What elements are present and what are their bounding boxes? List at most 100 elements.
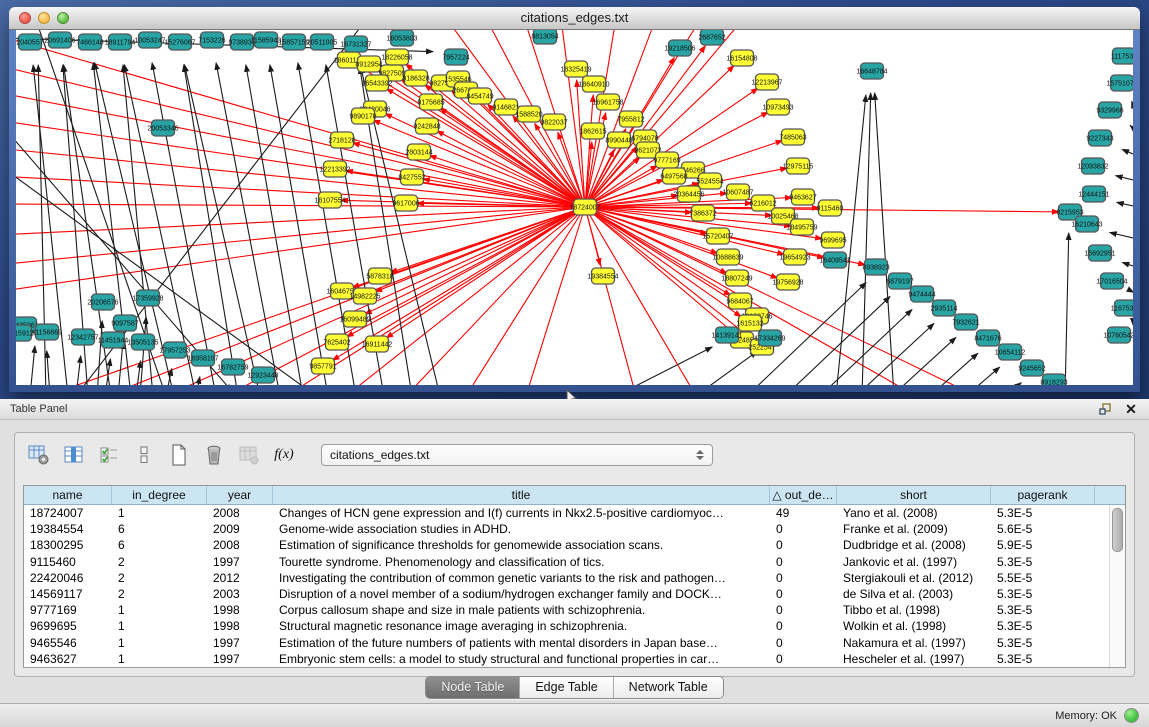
tab-network-table[interactable]: Network Table: [613, 677, 723, 698]
column-header-5[interactable]: short: [837, 486, 991, 504]
scrollbar-thumb[interactable]: [1112, 508, 1123, 552]
show-columns-button[interactable]: [62, 443, 86, 467]
network-node[interactable]: 10973493: [762, 99, 793, 115]
network-node[interactable]: 12213392: [319, 161, 350, 177]
network-node[interactable]: 9857791: [309, 358, 336, 374]
network-node[interactable]: 15857159: [278, 34, 309, 50]
table-row[interactable]: 1938455462009Genome-wide association stu…: [24, 521, 1125, 537]
network-node[interactable]: 7932621: [952, 314, 979, 330]
network-node[interactable]: 9684067: [726, 293, 753, 309]
network-node[interactable]: 20053346: [147, 120, 178, 136]
network-node[interactable]: 16731327: [340, 36, 371, 52]
network-node[interactable]: 12342757: [67, 329, 98, 345]
table-row[interactable]: 1872400712008Changes of HCN gene express…: [24, 505, 1125, 521]
network-node[interactable]: 9115460: [817, 200, 844, 216]
network-node[interactable]: 16961758: [592, 94, 623, 110]
network-node[interactable]: 9227343: [1086, 130, 1113, 146]
network-node[interactable]: 14139141: [711, 327, 742, 343]
column-header-0[interactable]: name: [24, 486, 112, 504]
network-node[interactable]: 13505135: [127, 334, 158, 350]
network-node[interactable]: 18325419: [560, 61, 591, 77]
network-node[interactable]: 8427552: [398, 169, 425, 185]
column-header-1[interactable]: in_degree: [112, 486, 207, 504]
network-node[interactable]: 6497568: [660, 168, 687, 184]
network-node[interactable]: 16099489: [339, 311, 370, 327]
network-node[interactable]: 20691406: [44, 32, 75, 48]
memory-indicator-button[interactable]: [1124, 708, 1139, 723]
function-builder-button[interactable]: f(x): [272, 443, 296, 467]
network-node[interactable]: 1588520: [515, 106, 542, 122]
table-settings-button[interactable]: [27, 443, 51, 467]
table-selector-dropdown[interactable]: citations_edges.txt: [321, 444, 713, 466]
network-node[interactable]: 15751074: [1106, 75, 1133, 91]
delete-column-button[interactable]: [202, 443, 226, 467]
network-node[interactable]: 5878318: [366, 268, 393, 284]
network-node[interactable]: 19654923: [779, 249, 810, 265]
network-canvas[interactable]: 1872400718601123891295418226058982750916…: [16, 30, 1133, 385]
network-node[interactable]: 16053803: [386, 30, 417, 46]
network-node[interactable]: 18640910: [578, 76, 609, 92]
network-node[interactable]: 20511005: [307, 34, 338, 50]
network-node[interactable]: 17957253: [159, 342, 190, 358]
network-node[interactable]: 19218506: [664, 40, 695, 56]
network-node[interactable]: 10053247: [134, 32, 165, 48]
network-node[interactable]: 16782759: [217, 359, 248, 375]
network-node[interactable]: 8918293: [1040, 374, 1067, 385]
network-node[interactable]: 20206576: [87, 294, 118, 310]
network-node[interactable]: 9329966: [1096, 102, 1123, 118]
table-row[interactable]: 1456911722003Disruption of a novel membe…: [24, 586, 1125, 602]
network-node[interactable]: 10607487: [722, 184, 753, 200]
network-node[interactable]: 7957224: [442, 49, 469, 65]
network-node[interactable]: 16210643: [1071, 216, 1102, 232]
network-node[interactable]: 7153226: [198, 32, 225, 48]
network-node[interactable]: 12093832: [1077, 158, 1108, 174]
table-row[interactable]: 977716911998Corpus callosum shape and si…: [24, 602, 1125, 618]
network-node[interactable]: 14982225: [349, 288, 380, 304]
network-node[interactable]: 7625402: [323, 334, 350, 350]
tab-edge-table[interactable]: Edge Table: [519, 677, 612, 698]
network-node[interactable]: 16409541: [819, 252, 850, 268]
network-node[interactable]: 10688639: [712, 249, 743, 265]
network-node[interactable]: 2687652: [698, 30, 725, 45]
column-header-4[interactable]: △ out_de…: [770, 486, 837, 504]
network-node[interactable]: 10760542: [1103, 327, 1133, 343]
network-node[interactable]: 6879197: [886, 273, 913, 289]
network-node[interactable]: 15720407: [702, 228, 733, 244]
network-node[interactable]: 16154808: [726, 50, 757, 66]
network-node[interactable]: 2718120: [328, 132, 355, 148]
network-node[interactable]: 18226058: [381, 49, 412, 65]
network-node[interactable]: 1117534: [1111, 48, 1133, 64]
network-node[interactable]: 9463627: [789, 189, 816, 205]
network-node[interactable]: 8454749: [466, 88, 493, 104]
network-node[interactable]: 5524554: [696, 173, 723, 189]
network-node[interactable]: 9175685: [417, 94, 444, 110]
network-node[interactable]: 7955812: [617, 111, 644, 127]
network-node[interactable]: 2935114: [931, 300, 958, 316]
network-node[interactable]: 8938923: [862, 259, 889, 275]
network-node[interactable]: 11451944: [98, 332, 129, 348]
network-node[interactable]: 11156869: [32, 324, 62, 340]
network-node[interactable]: 19756928: [772, 274, 803, 290]
network-node[interactable]: 16911442: [362, 336, 393, 352]
network-node[interactable]: 7466148: [76, 34, 103, 50]
network-node[interactable]: 9699695: [819, 232, 846, 248]
network-node[interactable]: 17359928: [132, 290, 163, 306]
network-node[interactable]: 7386372: [689, 205, 716, 221]
column-header-6[interactable]: pagerank: [991, 486, 1095, 504]
network-node[interactable]: 16648784: [856, 63, 887, 79]
column-header-3[interactable]: title: [273, 486, 770, 504]
network-node[interactable]: 18495759: [786, 219, 817, 235]
table-row[interactable]: 946362711997Embryonic stem cells: a mode…: [24, 651, 1125, 667]
table-scrollbar[interactable]: [1109, 505, 1125, 667]
network-node[interactable]: 12923448: [247, 367, 278, 383]
network-node[interactable]: 8471676: [974, 330, 1001, 346]
network-node[interactable]: 16543392: [361, 75, 392, 91]
network-node[interactable]: 2803144: [405, 144, 432, 160]
network-node[interactable]: 7485063: [779, 129, 806, 145]
network-node[interactable]: 15692951: [1084, 245, 1115, 261]
network-node[interactable]: 9097587: [111, 315, 138, 331]
network-window-titlebar[interactable]: citations_edges.txt: [9, 7, 1140, 30]
network-node[interactable]: 18724007: [569, 199, 600, 215]
attribute-batch-edit-button[interactable]: [97, 443, 121, 467]
table-row[interactable]: 969969511998Structural magnetic resonanc…: [24, 618, 1125, 634]
